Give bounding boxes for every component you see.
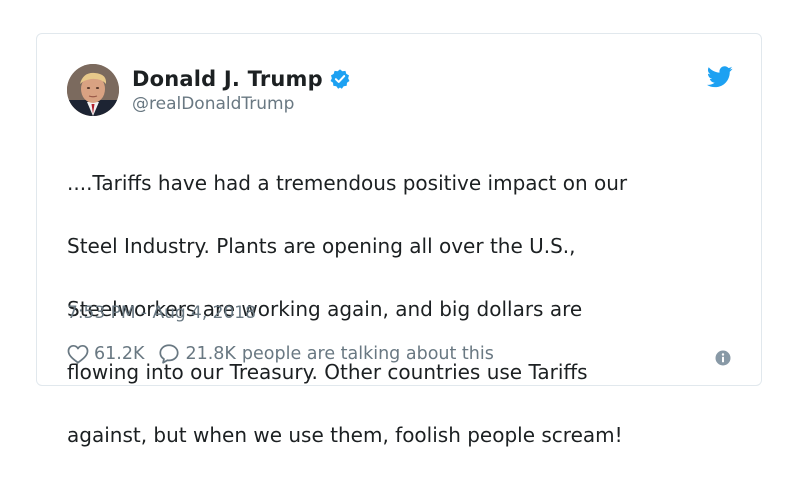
talking-label: people are talking about this	[241, 344, 494, 364]
verified-badge-icon	[329, 68, 351, 90]
heart-icon	[67, 344, 89, 364]
tweet-author[interactable]: Donald J. Trump @realDonaldTrump	[132, 66, 351, 114]
tweet-text-line: ....Tariffs have had a tremendous positi…	[67, 170, 628, 195]
speech-bubble-icon	[159, 344, 180, 364]
avatar-image	[67, 64, 119, 116]
like-button[interactable]: 61.2K	[67, 344, 144, 364]
name-row: Donald J. Trump	[132, 66, 351, 92]
like-count: 61.2K	[94, 344, 145, 364]
handle[interactable]: @realDonaldTrump	[132, 94, 351, 114]
twitter-bird-icon[interactable]	[706, 66, 733, 88]
avatar[interactable]	[67, 64, 119, 116]
display-name[interactable]: Donald J. Trump	[132, 67, 323, 91]
reply-count: 21.8K	[185, 344, 236, 364]
tweet-actions: 61.2K 21.8K people are talking about thi…	[67, 343, 494, 365]
tweet-timestamp[interactable]: 7:53 PM - Aug 4, 2018	[67, 303, 256, 323]
tweet-card: Donald J. Trump @realDonaldTrump ....Tar…	[36, 33, 762, 447]
tweet-text-line: Steel Industry. Plants are opening all o…	[67, 233, 576, 258]
tweet-text-line: against, but when we use them, foolish p…	[67, 422, 623, 447]
reply-button[interactable]: 21.8K people are talking about this	[158, 343, 494, 365]
info-icon[interactable]	[715, 350, 731, 366]
